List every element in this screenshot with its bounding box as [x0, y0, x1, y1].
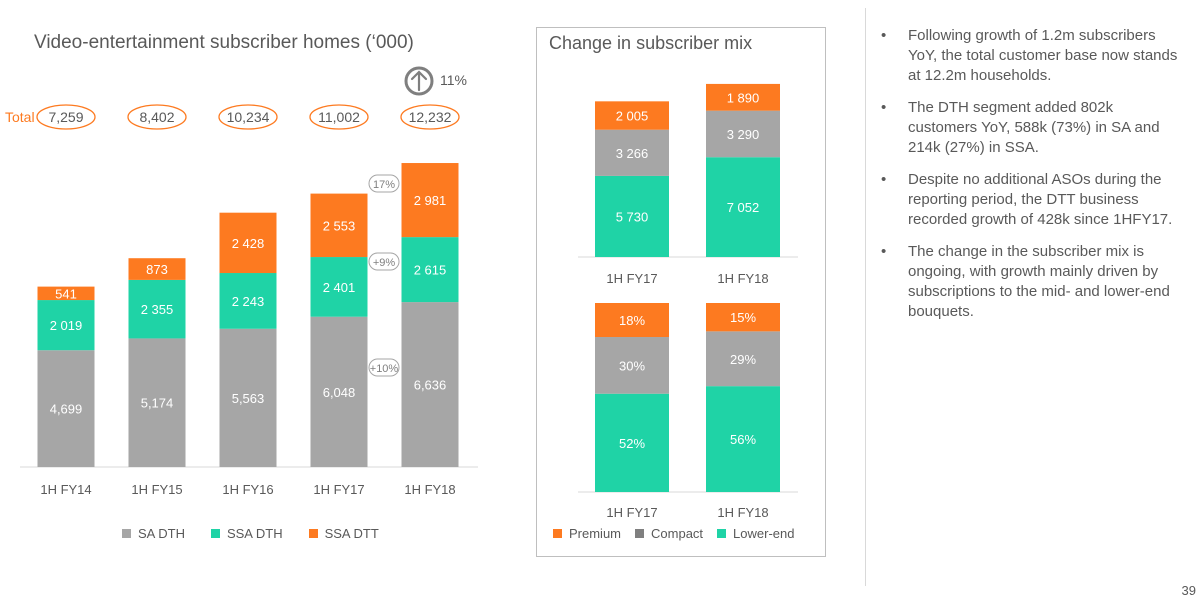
legend-label-ssa-dth: SSA DTH — [226, 526, 283, 541]
data-label-sa-dth: 5,563 — [232, 391, 265, 406]
left-chart-legend: SA DTH SSA DTH SSA DTT — [122, 526, 405, 541]
data-label-ssa-dth: 2 401 — [323, 280, 356, 295]
legend-swatch-lower-end — [717, 529, 727, 538]
commentary-bullets: • Following growth of 1.2m subscribers Yo… — [879, 26, 1179, 334]
left-chart-title: Video-entertainment subscriber homes (‘0… — [34, 32, 414, 53]
legend-item-premium: Premium — [553, 526, 621, 541]
data-label-premium: 18% — [619, 313, 645, 328]
legend-item-compact: Compact — [635, 526, 703, 541]
bullet-marker: • — [881, 243, 887, 260]
bullet-item: • The change in the subscriber mix is ong… — [879, 242, 1179, 322]
data-label-sa-dth: 5,174 — [141, 396, 174, 411]
data-label-ssa-dtt: 873 — [146, 262, 168, 277]
x-tick-label: 1H FY18 — [717, 505, 768, 520]
data-label-sa-dth: 4,699 — [50, 402, 83, 417]
bullet-marker: • — [881, 27, 887, 44]
legend-label-premium: Premium — [569, 526, 622, 541]
legend-swatch-ssa-dtt — [308, 529, 318, 538]
legend-label-lower-end: Lower-end — [733, 526, 795, 541]
data-label-compact: 30% — [619, 358, 645, 373]
data-label-lower-end: 7 052 — [727, 200, 760, 215]
subscriber-mix-counts-chart: 5 730 3 266 2 005 1H FY17 7 052 3 290 1 890 1H … — [578, 83, 798, 286]
data-label-lower-end: 52% — [619, 436, 645, 451]
data-label-lower-end: 5 730 — [616, 209, 649, 224]
change-label: +10% — [370, 363, 399, 375]
legend-label-sa-dth: SA DTH — [138, 526, 185, 541]
total-value: 11,002 — [318, 109, 360, 125]
vertical-divider — [865, 8, 866, 586]
data-label-premium: 2 005 — [616, 109, 649, 124]
growth-label: 11% — [440, 72, 467, 88]
bullet-item: • The DTH segment added 802k customers Yo… — [879, 98, 1179, 158]
data-label-ssa-dth: 2 355 — [141, 302, 174, 317]
x-tick-label: 1H FY16 — [222, 482, 273, 497]
legend-item-sa-dth: SA DTH — [122, 526, 185, 541]
x-tick-label: 1H FY18 — [717, 271, 768, 286]
legend-item-ssa-dth: SSA DTH — [210, 526, 283, 541]
legend-swatch-ssa-dth — [210, 529, 220, 538]
total-value: 8,402 — [139, 109, 174, 125]
data-label-ssa-dth: 2 019 — [50, 318, 83, 333]
data-label-ssa-dtt: 541 — [55, 286, 77, 301]
legend-item-lower-end: Lower-end — [717, 526, 794, 541]
legend-swatch-compact — [635, 529, 645, 538]
subscriber-homes-chart: 4,699 2 019 541 1H FY14 5,174 2 355 873 1H FY15… — [5, 66, 478, 497]
x-tick-label: 1H FY15 — [131, 482, 182, 497]
data-label-compact: 3 290 — [727, 127, 760, 142]
bullet-text: Despite no additional ASOs during the re… — [908, 171, 1173, 228]
total-value: 12,232 — [409, 109, 452, 125]
bullet-item: • Despite no additional ASOs during the r… — [879, 170, 1179, 230]
data-label-ssa-dtt: 2 553 — [323, 218, 356, 233]
data-label-compact: 29% — [730, 352, 756, 367]
x-tick-label: 1H FY17 — [313, 482, 364, 497]
x-tick-label: 1H FY18 — [404, 482, 455, 497]
page-number: 39 — [1181, 583, 1196, 598]
data-label-compact: 3 266 — [616, 146, 649, 161]
x-tick-label: 1H FY17 — [606, 505, 657, 520]
data-label-ssa-dtt: 2 981 — [414, 193, 447, 208]
data-label-sa-dth: 6,048 — [323, 385, 356, 400]
bullet-item: • Following growth of 1.2m subscribers Yo… — [879, 26, 1179, 86]
bullet-text: The DTH segment added 802k customers YoY… — [908, 99, 1160, 156]
legend-item-ssa-dtt: SSA DTT — [308, 526, 379, 541]
x-tick-label: 1H FY17 — [606, 271, 657, 286]
data-label-premium: 15% — [730, 310, 756, 325]
total-value: 7,259 — [48, 109, 83, 125]
data-label-premium: 1 890 — [727, 90, 760, 105]
data-label-ssa-dth: 2 615 — [414, 263, 447, 278]
bullet-text: The change in the subscriber mix is ongo… — [908, 243, 1170, 320]
legend-swatch-sa-dth — [122, 529, 131, 538]
legend-label-compact: Compact — [651, 526, 704, 541]
data-label-lower-end: 56% — [730, 432, 756, 447]
x-tick-label: 1H FY14 — [40, 482, 91, 497]
change-label: 17% — [373, 179, 395, 191]
bullet-text: Following growth of 1.2m subscribers YoY… — [908, 27, 1178, 84]
mix-legend: Premium Compact Lower-end — [553, 526, 794, 541]
bullet-marker: • — [881, 171, 887, 188]
legend-label-ssa-dtt: SSA DTT — [324, 526, 379, 541]
bullet-marker: • — [881, 99, 887, 116]
change-label: +9% — [373, 257, 396, 269]
data-label-sa-dth: 6,636 — [414, 378, 447, 393]
total-value: 10,234 — [227, 109, 270, 125]
data-label-ssa-dth: 2 243 — [232, 294, 265, 309]
mix-panel-title: Change in subscriber mix — [549, 33, 753, 53]
data-label-ssa-dtt: 2 428 — [232, 236, 265, 251]
subscriber-mix-percent-chart: 52% 30% 18% 1H FY17 56% 29% 15% 1H FY18 — [578, 303, 798, 520]
total-label: Total — [5, 109, 35, 125]
legend-swatch-premium — [553, 529, 562, 538]
